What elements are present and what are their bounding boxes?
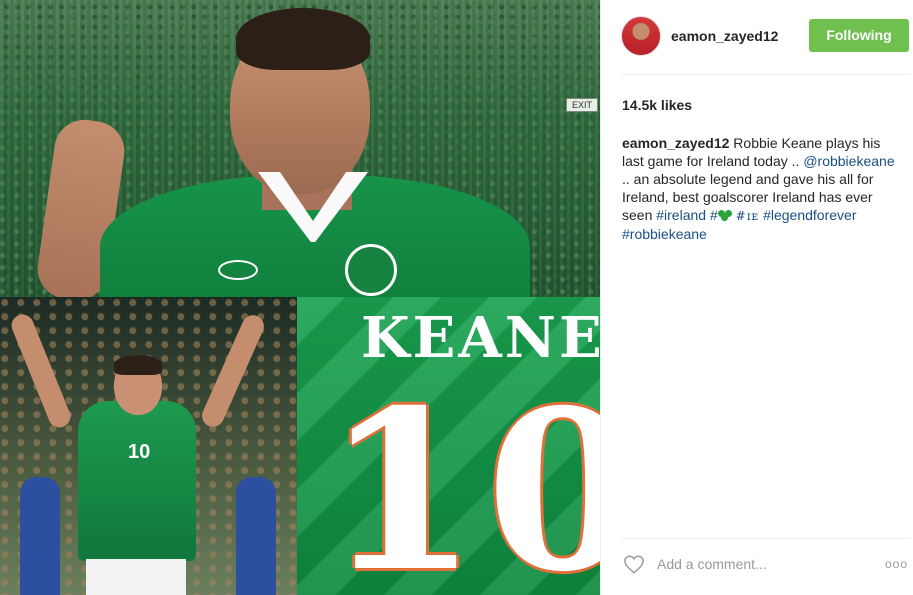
username-link[interactable]: eamon_zayed12	[671, 28, 778, 44]
player-arm-left	[8, 311, 74, 431]
opponent-player	[20, 477, 60, 595]
photo-panel-shirt: KEANE 10	[297, 297, 600, 595]
mention-link[interactable]: @robbiekeane	[803, 153, 894, 169]
exit-sign-label: EXIT	[566, 98, 598, 112]
hashtag-robbiekeane-link[interactable]: #robbiekeane	[622, 226, 707, 242]
caption-username-link[interactable]: eamon_zayed12	[622, 135, 729, 151]
shamrock-icon	[717, 209, 732, 221]
opponent-player	[236, 477, 276, 595]
hashtag-clover-link[interactable]: #	[710, 207, 732, 223]
hashtag-ireland-link[interactable]: #ireland	[656, 207, 706, 223]
photo-panel-celebration: 10	[0, 297, 297, 595]
umbro-logo-icon	[218, 260, 258, 280]
hashtag-symbol: #	[709, 207, 718, 223]
player-hair	[236, 8, 370, 70]
player-hair	[114, 355, 162, 375]
more-options-icon[interactable]: ooo	[885, 557, 911, 571]
player-arm-right	[198, 311, 268, 431]
jersey-number-small: 10	[128, 441, 151, 463]
player-jersey	[78, 401, 196, 561]
hashtag-ie-link[interactable]: #ɪᴇ	[736, 209, 760, 223]
player-shorts	[86, 559, 186, 595]
post-caption: eamon_zayed12 Robbie Keane plays his las…	[622, 134, 896, 243]
shirt-number-text: 10	[325, 361, 600, 595]
heart-icon[interactable]	[623, 554, 645, 574]
divider	[621, 74, 909, 75]
post-header: eamon_zayed12 Following	[601, 0, 913, 74]
post-sidebar: eamon_zayed12 Following 14.5k likes eamo…	[600, 0, 913, 595]
likes-count[interactable]: 14.5k likes	[622, 97, 692, 113]
avatar[interactable]	[621, 16, 661, 56]
photo-panel-top: KEANE EXIT	[0, 0, 600, 297]
post-photo[interactable]: KEANE EXIT 10 KEANE 10	[0, 0, 600, 595]
comment-input[interactable]	[657, 554, 857, 574]
ireland-crest-icon	[345, 244, 397, 296]
divider	[621, 538, 909, 539]
following-button[interactable]: Following	[809, 19, 909, 52]
hashtag-legendforever-link[interactable]: #legendforever	[763, 207, 856, 223]
